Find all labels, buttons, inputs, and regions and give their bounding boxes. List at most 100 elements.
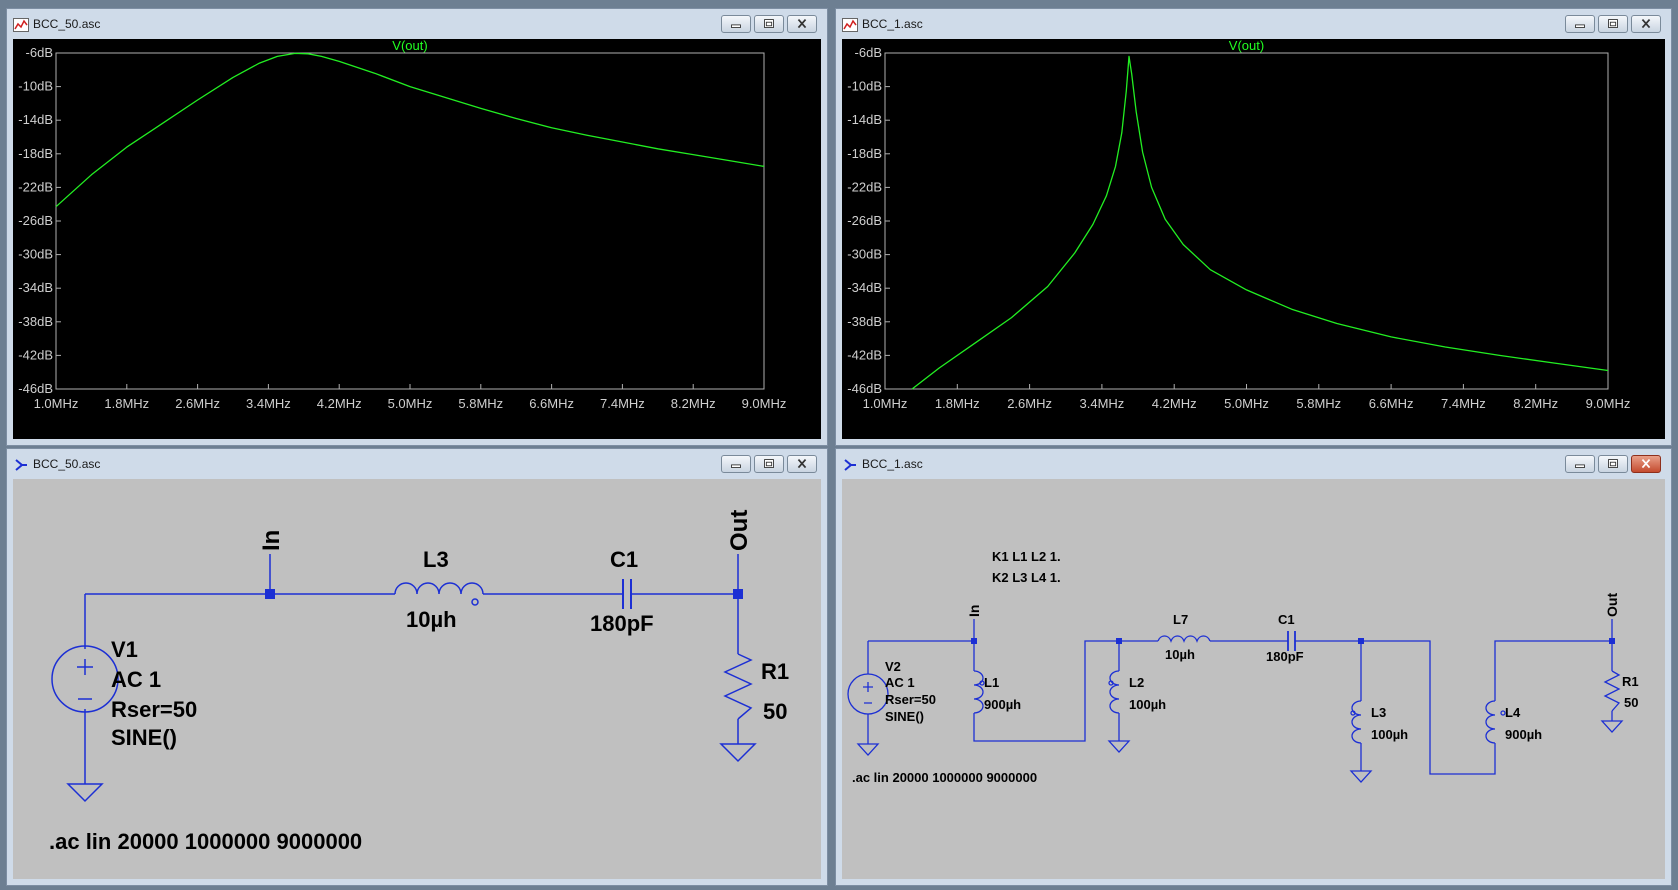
schematic-canvas[interactable]: K1 L1 L2 1. K2 L3 L4 1. In Out V2 AC 1 R…: [842, 479, 1665, 879]
title-bar[interactable]: BCC_1.asc: [836, 449, 1671, 479]
schematic-window-bcc50[interactable]: BCC_50.asc In Out L3 10µh C1 180pF R1 50…: [6, 448, 828, 886]
v1-line3[interactable]: SINE(): [111, 725, 177, 750]
v1-name[interactable]: V1: [111, 637, 138, 662]
plot-frame: [884, 52, 1609, 390]
minimize-button[interactable]: [1565, 15, 1595, 33]
waveform-window-bcc50[interactable]: BCC_50.asc V(out) -6dB -10dB -14dB -18dB -22d…: [6, 8, 828, 446]
x-tick-label: 5.8MHz: [1296, 396, 1341, 411]
capacitor-c1[interactable]: [622, 579, 632, 609]
close-icon: [1641, 18, 1651, 29]
l4-name[interactable]: L4: [1505, 705, 1521, 720]
minimize-button[interactable]: [1565, 455, 1595, 473]
c1-name[interactable]: C1: [1278, 612, 1295, 627]
v1-line2[interactable]: Rser=50: [111, 697, 197, 722]
close-button[interactable]: [787, 455, 817, 473]
l3-value[interactable]: 10µh: [406, 607, 457, 632]
title-bar[interactable]: BCC_1.asc: [836, 9, 1671, 39]
y-tick-label: -6dB: [26, 45, 53, 60]
junction-dot: [733, 589, 743, 599]
inductor-l4[interactable]: [1485, 700, 1506, 754]
l4-value[interactable]: 900µh: [1505, 727, 1542, 742]
x-tick-label: 5.0MHz: [388, 396, 433, 411]
waveform-plot-pane[interactable]: V(out) -6dB -10dB -14dB -18dB -22dB -26dB -30dB…: [13, 39, 821, 439]
l3-name[interactable]: L3: [423, 547, 449, 572]
schematic-drawing-bcc50[interactable]: In Out L3 10µh C1 180pF R1 50 V1 AC 1 Rs…: [13, 479, 821, 881]
junction-dot: [1358, 638, 1364, 644]
minimize-button[interactable]: [721, 15, 751, 33]
y-tick-label: -26dB: [18, 213, 53, 228]
wire[interactable]: [1494, 640, 1612, 701]
l3-name[interactable]: L3: [1371, 705, 1386, 720]
trace-label-vout[interactable]: V(out): [392, 39, 427, 53]
trace-label-vout[interactable]: V(out): [1229, 39, 1264, 53]
c1-value[interactable]: 180pF: [1266, 649, 1304, 664]
trace-vout[interactable]: [911, 55, 1609, 390]
v2-name[interactable]: V2: [885, 659, 901, 674]
y-tick-label: -14dB: [18, 112, 53, 127]
resistor-r1[interactable]: [723, 653, 753, 720]
waveform-plot-pane[interactable]: V(out) -6dB -10dB -14dB -18dB -22dB -26dB -30dB…: [842, 39, 1665, 439]
capacitor-c1[interactable]: [1287, 631, 1296, 651]
schematic-window-bcc1[interactable]: BCC_1.asc K1 L1 L2 1. K2 L3 L4 1. In Out…: [835, 448, 1672, 886]
maximize-button[interactable]: [754, 455, 784, 473]
l2-name[interactable]: L2: [1129, 675, 1144, 690]
minimize-button[interactable]: [721, 455, 751, 473]
schematic-canvas[interactable]: In Out L3 10µh C1 180pF R1 50 V1 AC 1 Rs…: [13, 479, 821, 879]
net-label-in[interactable]: In: [966, 605, 982, 617]
x-tick-label: 9.0MHz: [1586, 396, 1631, 411]
x-tick-label: 1.0MHz: [863, 396, 908, 411]
wire[interactable]: [973, 640, 1119, 742]
maximize-button[interactable]: [1598, 455, 1628, 473]
title-bar[interactable]: BCC_50.asc: [7, 449, 827, 479]
schematic-drawing-bcc1[interactable]: K1 L1 L2 1. K2 L3 L4 1. In Out V2 AC 1 R…: [842, 479, 1665, 881]
spice-directive[interactable]: .ac lin 20000 1000000 9000000: [49, 829, 362, 854]
r1-value[interactable]: 50: [763, 699, 787, 724]
r1-value[interactable]: 50: [1624, 695, 1638, 710]
coupling-k1[interactable]: K1 L1 L2 1.: [992, 549, 1061, 564]
ground-symbol: [1107, 740, 1131, 753]
l7-value[interactable]: 10µh: [1165, 647, 1195, 662]
maximize-button[interactable]: [754, 15, 784, 33]
waveform-plot-bcc50[interactable]: V(out) -6dB -10dB -14dB -18dB -22dB -26dB -30dB…: [13, 39, 821, 441]
c1-name[interactable]: C1: [610, 547, 638, 572]
v2-line2[interactable]: Rser=50: [885, 692, 936, 707]
close-button[interactable]: [1631, 455, 1661, 473]
r1-name[interactable]: R1: [1622, 674, 1639, 689]
inductor-l3[interactable]: [394, 582, 484, 606]
waveform-plot-bcc1[interactable]: V(out) -6dB -10dB -14dB -18dB -22dB -26dB -30dB…: [842, 39, 1665, 441]
coupling-k2[interactable]: K2 L3 L4 1.: [992, 570, 1061, 585]
inductor-l2[interactable]: [1108, 670, 1120, 721]
wire[interactable]: [1295, 640, 1496, 775]
schematic-icon: [844, 459, 856, 471]
spice-directive[interactable]: .ac lin 20000 1000000 9000000: [852, 770, 1037, 785]
inductor-l7[interactable]: [1157, 635, 1211, 643]
v2-line3[interactable]: SINE(): [885, 709, 924, 724]
title-bar[interactable]: BCC_50.asc: [7, 9, 827, 39]
l2-value[interactable]: 100µh: [1129, 697, 1166, 712]
waveform-window-bcc1[interactable]: BCC_1.asc V(out) -6dB -10dB -14dB -18dB -22dB…: [835, 8, 1672, 446]
l3-value[interactable]: 100µh: [1371, 727, 1408, 742]
y-tick-label: -34dB: [847, 280, 882, 295]
maximize-button[interactable]: [1598, 15, 1628, 33]
inductor-l1[interactable]: [973, 670, 985, 721]
voltage-source-v1[interactable]: [51, 645, 119, 713]
voltage-source-v2[interactable]: [847, 673, 889, 715]
inductor-l3[interactable]: [1350, 700, 1362, 751]
net-label-in[interactable]: In: [258, 530, 285, 551]
r1-name[interactable]: R1: [761, 659, 789, 684]
trace-vout[interactable]: [55, 52, 765, 208]
net-label-out[interactable]: Out: [1604, 593, 1620, 617]
y-tick-label: -30dB: [18, 247, 53, 262]
l1-name[interactable]: L1: [984, 675, 999, 690]
close-button[interactable]: [787, 15, 817, 33]
l1-value[interactable]: 900µh: [984, 697, 1021, 712]
v2-line1[interactable]: AC 1: [885, 675, 915, 690]
l7-name[interactable]: L7: [1173, 612, 1188, 627]
resistor-r1[interactable]: [1603, 670, 1621, 712]
restore-icon: [764, 19, 774, 28]
v1-line1[interactable]: AC 1: [111, 667, 161, 692]
net-label-out[interactable]: Out: [726, 510, 753, 551]
close-button[interactable]: [1631, 15, 1661, 33]
y-tick-label: -42dB: [847, 347, 882, 362]
c1-value[interactable]: 180pF: [590, 611, 654, 636]
